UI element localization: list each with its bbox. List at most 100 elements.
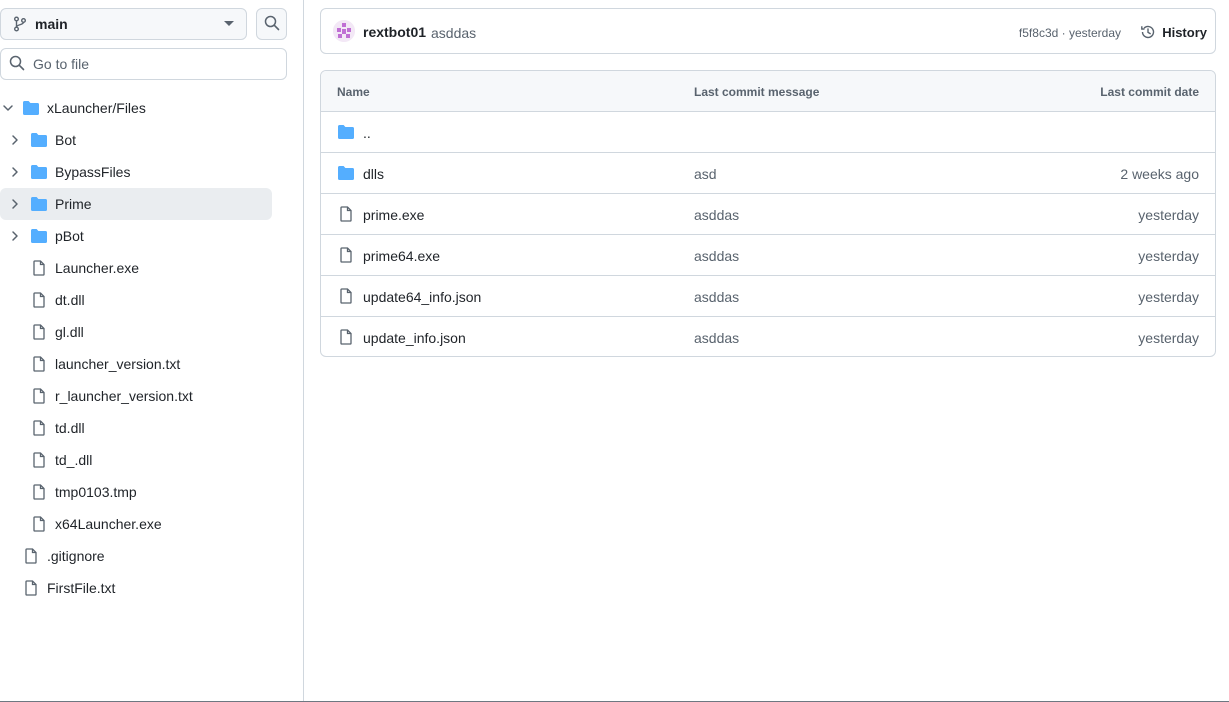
folder-link[interactable]: dlls xyxy=(363,166,384,182)
header-last-commit-message: Last commit message xyxy=(694,85,820,99)
tree-item-label: BypassFiles xyxy=(55,164,131,180)
page: main xLauncher/Files Bot BypassFiles Prime p… xyxy=(0,0,1229,702)
folder-icon xyxy=(22,100,40,116)
go-to-file-field[interactable] xyxy=(0,48,287,80)
tree-item-label: Launcher.exe xyxy=(55,260,140,276)
chevron-down-icon[interactable] xyxy=(2,102,14,114)
chevron-right-icon[interactable] xyxy=(9,198,21,210)
row-commit-message[interactable]: asd xyxy=(694,166,717,182)
tree-file-item[interactable]: .gitignore xyxy=(0,540,272,572)
table-row[interactable]: update_info.json asddas yesterday xyxy=(321,317,1215,356)
chevron-right-icon[interactable] xyxy=(9,230,21,242)
tree-item-label: r_launcher_version.txt xyxy=(55,388,193,404)
tree-file-item[interactable]: r_launcher_version.txt xyxy=(0,380,272,412)
history-icon xyxy=(1140,24,1156,40)
row-commit-date: 2 weeks ago xyxy=(1120,166,1199,182)
tree-item-label: FirstFile.txt xyxy=(47,580,116,596)
file-icon xyxy=(30,260,48,276)
commit-author-link[interactable]: rextbot01 xyxy=(363,24,426,40)
row-commit-message[interactable]: asddas xyxy=(694,207,739,223)
file-tree: xLauncher/Files Bot BypassFiles Prime pBot La… xyxy=(0,92,272,604)
table-row[interactable]: .. xyxy=(321,112,1215,153)
file-icon xyxy=(30,356,48,372)
row-commit-date: yesterday xyxy=(1138,330,1199,346)
table-row[interactable]: prime64.exe asddas yesterday xyxy=(321,235,1215,276)
row-commit-message[interactable]: asddas xyxy=(694,289,739,305)
file-icon xyxy=(30,292,48,308)
folder-link[interactable]: .. xyxy=(363,125,371,141)
file-icon xyxy=(30,420,48,436)
file-link[interactable]: prime64.exe xyxy=(363,248,440,264)
main-content: rextbot01 asddas f5f8c3d · yesterday His… xyxy=(304,0,1229,701)
tree-file-item[interactable]: gl.dll xyxy=(0,316,272,348)
tree-item-label: gl.dll xyxy=(55,324,84,340)
search-files-button[interactable] xyxy=(256,8,287,40)
row-commit-message[interactable]: asddas xyxy=(694,248,739,264)
tree-folder-item[interactable]: Bot xyxy=(0,124,272,156)
tree-file-item[interactable]: td_.dll xyxy=(0,444,272,476)
file-icon xyxy=(30,388,48,404)
branch-name: main xyxy=(35,16,68,32)
folder-icon xyxy=(337,124,355,140)
row-commit-date: yesterday xyxy=(1138,207,1199,223)
tree-folder-item[interactable]: Prime xyxy=(0,188,272,220)
file-icon xyxy=(30,452,48,468)
file-link[interactable]: update_info.json xyxy=(363,330,466,346)
commit-message-link[interactable]: asddas xyxy=(431,25,476,41)
chevron-right-icon[interactable] xyxy=(9,134,21,146)
file-icon xyxy=(337,206,355,222)
tree-item-label: td_.dll xyxy=(55,452,93,468)
file-icon xyxy=(22,548,40,564)
history-button[interactable]: History xyxy=(1140,21,1207,43)
file-icon xyxy=(30,484,48,500)
tree-item-label: td.dll xyxy=(55,420,85,436)
table-row[interactable]: dlls asd 2 weeks ago xyxy=(321,153,1215,194)
file-table: Name Last commit message Last commit dat… xyxy=(320,70,1216,357)
tree-item-label: dt.dll xyxy=(55,292,85,308)
file-icon xyxy=(22,580,40,596)
avatar[interactable] xyxy=(333,20,355,42)
search-icon xyxy=(9,55,25,74)
chevron-right-icon[interactable] xyxy=(9,166,21,178)
file-icon xyxy=(337,329,355,345)
search-icon xyxy=(264,15,280,34)
tree-item-label: .gitignore xyxy=(47,548,105,564)
tree-file-item[interactable]: FirstFile.txt xyxy=(0,572,272,604)
tree-file-item[interactable]: dt.dll xyxy=(0,284,272,316)
tree-item-label: tmp0103.tmp xyxy=(55,484,137,500)
table-row[interactable]: update64_info.json asddas yesterday xyxy=(321,276,1215,317)
caret-down-icon xyxy=(224,21,234,26)
file-icon xyxy=(337,247,355,263)
git-branch-icon xyxy=(13,16,27,32)
folder-icon xyxy=(30,228,48,244)
tree-item-label: launcher_version.txt xyxy=(55,356,181,372)
file-tree-sidebar: main xLauncher/Files Bot BypassFiles Prime p… xyxy=(0,0,304,701)
commit-meta: f5f8c3d · yesterday xyxy=(1019,26,1121,40)
file-link[interactable]: prime.exe xyxy=(363,207,424,223)
header-last-commit-date: Last commit date xyxy=(1100,85,1199,99)
commit-time: yesterday xyxy=(1068,26,1121,40)
row-commit-date: yesterday xyxy=(1138,248,1199,264)
meta-separator: · xyxy=(1058,26,1069,40)
commit-sha-link[interactable]: f5f8c3d xyxy=(1019,26,1058,40)
tree-file-item[interactable]: launcher_version.txt xyxy=(0,348,272,380)
latest-commit-bar: rextbot01 asddas f5f8c3d · yesterday His… xyxy=(320,8,1216,54)
header-name: Name xyxy=(337,85,370,99)
tree-file-item[interactable]: tmp0103.tmp xyxy=(0,476,272,508)
tree-folder-item[interactable]: BypassFiles xyxy=(0,156,272,188)
go-to-file-input[interactable] xyxy=(33,56,273,72)
file-link[interactable]: update64_info.json xyxy=(363,289,481,305)
tree-item-label: Prime xyxy=(55,196,92,212)
tree-file-item[interactable]: x64Launcher.exe xyxy=(0,508,272,540)
tree-item-label: xLauncher/Files xyxy=(47,100,146,116)
file-icon xyxy=(337,288,355,304)
branch-selector-button[interactable]: main xyxy=(0,8,247,40)
table-row[interactable]: prime.exe asddas yesterday xyxy=(321,194,1215,235)
tree-file-item[interactable]: Launcher.exe xyxy=(0,252,272,284)
tree-file-item[interactable]: td.dll xyxy=(0,412,272,444)
row-commit-message[interactable]: asddas xyxy=(694,330,739,346)
folder-icon xyxy=(30,164,48,180)
row-commit-date: yesterday xyxy=(1138,289,1199,305)
tree-folder-item[interactable]: pBot xyxy=(0,220,272,252)
tree-folder-item[interactable]: xLauncher/Files xyxy=(0,92,272,124)
